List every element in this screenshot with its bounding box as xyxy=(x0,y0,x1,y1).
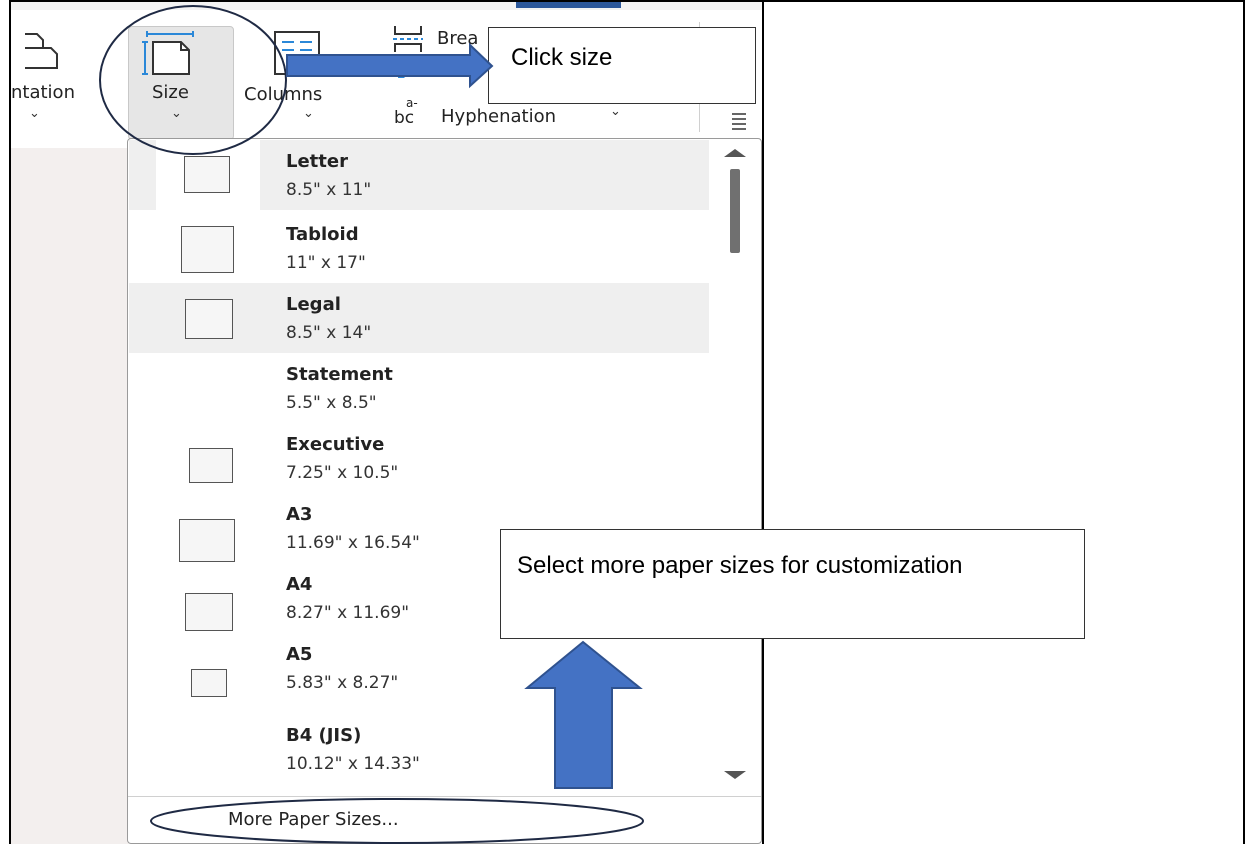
table-border-middle xyxy=(762,0,764,844)
scroll-down-arrow-icon[interactable] xyxy=(724,771,746,779)
size-option-a5[interactable]: A5 5.83" x 8.27" xyxy=(129,633,709,703)
line-numbers-label[interactable]: Line xyxy=(441,62,474,81)
columns-chevron-icon[interactable]: ⌄ xyxy=(303,106,314,121)
callout-select-more-text: Select more paper sizes for customizatio… xyxy=(517,552,963,579)
ribbon-top-strip xyxy=(11,2,762,10)
page-thumb-icon xyxy=(191,669,227,697)
size-option-b4-jis[interactable]: B4 (JIS) 10.12" x 14.33" xyxy=(129,703,709,774)
size-option-name: A4 xyxy=(286,574,313,595)
size-option-name: Statement xyxy=(286,364,393,385)
callout-click-size-text: Click size xyxy=(511,44,613,71)
size-option-dimensions: 11" x 17" xyxy=(286,253,366,273)
orientation-chevron-icon[interactable]: ⌄ xyxy=(29,106,40,121)
size-chevron-icon[interactable]: ⌄ xyxy=(171,106,182,121)
columns-icon xyxy=(274,31,320,75)
paragraph-options-icon[interactable] xyxy=(731,112,747,132)
hyphenation-glyph-superscript: a- xyxy=(406,96,418,110)
breaks-label[interactable]: Brea xyxy=(437,28,478,49)
size-option-dimensions: 11.69" x 16.54" xyxy=(286,533,420,553)
size-option-statement[interactable]: Statement 5.5" x 8.5" xyxy=(129,353,709,423)
size-option-dimensions: 8.5" x 14" xyxy=(286,323,372,343)
size-label[interactable]: Size xyxy=(152,82,189,103)
more-paper-sizes-button[interactable]: More Paper Sizes... xyxy=(228,809,399,830)
thumb-background xyxy=(156,140,260,210)
scroll-up-arrow-icon[interactable] xyxy=(724,149,746,157)
size-option-dimensions: 5.83" x 8.27" xyxy=(286,673,399,693)
size-option-name: Tabloid xyxy=(286,224,359,245)
columns-label[interactable]: Columns xyxy=(244,84,322,105)
size-option-letter[interactable]: Letter 8.5" x 11" xyxy=(129,140,709,210)
hyphenation-chevron-icon[interactable]: ⌄ xyxy=(610,104,621,119)
page-thumb-icon xyxy=(179,519,235,562)
dropdown-scrollbar[interactable] xyxy=(711,145,761,785)
size-option-name: A3 xyxy=(286,504,313,525)
size-page-icon xyxy=(142,31,194,75)
page-thumb-icon xyxy=(185,593,233,631)
size-option-dimensions: 10.12" x 14.33" xyxy=(286,754,420,774)
size-option-name: A5 xyxy=(286,644,313,665)
page-thumb-icon xyxy=(181,226,234,273)
size-option-name: Legal xyxy=(286,294,341,315)
size-dropdown-menu: Letter 8.5" x 11" Tabloid 11" x 17" Lega… xyxy=(127,138,762,844)
size-option-legal[interactable]: Legal 8.5" x 14" xyxy=(129,283,709,353)
size-option-dimensions: 5.5" x 8.5" xyxy=(286,393,377,413)
size-option-dimensions: 8.5" x 11" xyxy=(286,180,372,200)
orientation-icon xyxy=(25,33,58,69)
word-screenshot: ntation ⌄ Size ⌄ Columns ⌄ Brea 2 - Line… xyxy=(11,2,762,844)
orientation-label[interactable]: ntation xyxy=(11,82,75,103)
callout-click-size: Click size xyxy=(488,27,756,104)
page-thumb-icon xyxy=(189,448,233,483)
dropdown-footer-separator xyxy=(128,796,761,797)
hyphenation-glyph: bc xyxy=(394,108,415,128)
breaks-icon xyxy=(393,26,423,52)
hyphenation-label[interactable]: Hyphenation xyxy=(441,106,556,127)
size-option-name: Executive xyxy=(286,434,385,455)
table-border-right xyxy=(1243,0,1245,844)
size-option-dimensions: 7.25" x 10.5" xyxy=(286,463,399,483)
size-option-tabloid[interactable]: Tabloid 11" x 17" xyxy=(129,213,709,283)
size-option-name: B4 (JIS) xyxy=(286,725,362,746)
size-option-name: Letter xyxy=(286,151,348,172)
size-option-executive[interactable]: Executive 7.25" x 10.5" xyxy=(129,423,709,493)
callout-select-more: Select more paper sizes for customizatio… xyxy=(500,529,1085,639)
line-numbers-dash: - xyxy=(409,64,415,80)
line-numbers-icon: 2 xyxy=(397,66,406,82)
size-option-dimensions: 8.27" x 11.69" xyxy=(286,603,410,623)
page-thumb-icon xyxy=(184,156,230,193)
document-area xyxy=(11,148,129,844)
page-thumb-icon xyxy=(185,299,233,339)
hyphenation-icon: bc xyxy=(394,108,414,128)
scroll-thumb[interactable] xyxy=(730,169,740,253)
ribbon-active-indicator xyxy=(516,2,621,8)
